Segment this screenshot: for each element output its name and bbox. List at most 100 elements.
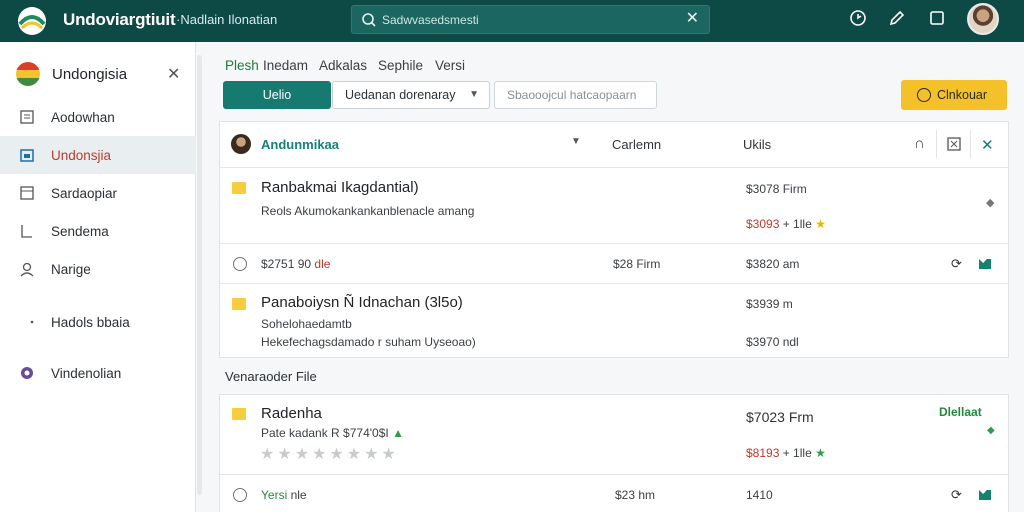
top-bar: Undoviargtiuit ·Nadlain Ilonatian ✕ bbox=[0, 0, 1024, 42]
refresh-icon[interactable]: ⟳ bbox=[951, 487, 962, 503]
user-avatar[interactable] bbox=[967, 3, 999, 35]
filter-input[interactable] bbox=[494, 81, 657, 109]
sidebar-item-label: Narige bbox=[51, 262, 91, 277]
list-icon bbox=[20, 110, 34, 124]
row-col3: $3820 am bbox=[746, 257, 800, 271]
tab-plesh[interactable]: Plesh bbox=[225, 58, 259, 73]
tab-inedam[interactable]: Inedam bbox=[263, 58, 308, 73]
table-row[interactable]: Yersi nle $23 hm 1410 ⟳ bbox=[220, 474, 1008, 512]
search-input[interactable] bbox=[382, 10, 672, 30]
status-badge: Dlellaat bbox=[939, 405, 982, 419]
row-price-main: $7023 Frm bbox=[746, 409, 814, 425]
search-bar[interactable]: ✕ bbox=[351, 5, 710, 34]
bookmark-icon bbox=[21, 225, 32, 238]
sidebar-item-label: Vindenolian bbox=[51, 366, 122, 381]
search-icon bbox=[362, 13, 376, 27]
folder-icon bbox=[232, 298, 246, 310]
app-subtitle: ·Nadlain Ilonatian bbox=[176, 12, 278, 27]
app-title: Undoviargtiuit bbox=[63, 10, 176, 29]
row-subtitle: Pate kadank R $774'0$I ▲ bbox=[261, 426, 404, 440]
sidebar-header: Undongisia ✕ bbox=[0, 56, 196, 92]
view-select[interactable]: Uedanan dorenaray ▼ bbox=[332, 81, 490, 109]
sidebar-item-vindenolian[interactable]: Vindenolian bbox=[0, 354, 196, 392]
row-subtitle: Reols Akumokankankanblenacle amang bbox=[261, 204, 475, 218]
row-price: $3093 + 1lle ★ bbox=[746, 217, 826, 231]
sidebar-item-label: Hadols bbaia bbox=[51, 315, 130, 330]
close-icon[interactable]: ✕ bbox=[981, 136, 994, 154]
header-avatar bbox=[231, 134, 251, 154]
accent-button-label: Clnkouar bbox=[937, 88, 988, 102]
sidebar-item-label: Sendema bbox=[51, 224, 109, 239]
column-header-col2[interactable]: Carlemn bbox=[612, 137, 661, 152]
sidebar-item-label: Undonsjia bbox=[51, 148, 112, 163]
circle-icon bbox=[917, 88, 931, 102]
row-title: Ranbakmai Ikagdantial) bbox=[261, 179, 419, 196]
tab-versi[interactable]: Versi bbox=[435, 58, 465, 73]
primary-button[interactable]: Uelio bbox=[223, 81, 331, 109]
table-row[interactable]: Ranbakmai Ikagdantial) Reols Akumokankan… bbox=[220, 167, 1008, 243]
list-header: Andunmikaa ▼ Carlemn Ukils ∩ ✕ bbox=[220, 122, 1008, 167]
folder-icon bbox=[232, 182, 246, 194]
tab-sephile[interactable]: Sephile bbox=[378, 58, 423, 73]
row-amount: $3939 m bbox=[746, 297, 793, 311]
accent-button[interactable]: Clnkouar bbox=[901, 80, 1007, 110]
chevron-down-icon[interactable]: ▼ bbox=[571, 136, 581, 147]
row-col2: $28 Firm bbox=[613, 257, 661, 271]
folder-icon bbox=[232, 408, 246, 420]
row-subtitle: Sohelohaedamtb bbox=[261, 317, 352, 331]
row-amount: $3970 ndl bbox=[746, 335, 799, 349]
row-title: Radenha bbox=[261, 405, 322, 422]
radio-icon[interactable] bbox=[233, 488, 247, 502]
clear-search-icon[interactable]: ✕ bbox=[686, 10, 699, 28]
radio-icon[interactable] bbox=[233, 257, 247, 271]
column-header-col3[interactable]: Ukils bbox=[743, 137, 771, 152]
sidebar-item-undonsjia[interactable]: Undonsjia bbox=[0, 136, 196, 174]
sidebar-item-hadols-bbaia[interactable]: Hadols bbaia bbox=[0, 303, 196, 341]
user-icon bbox=[20, 262, 34, 277]
flag-icon bbox=[16, 62, 40, 86]
sidebar-item-aodowhan[interactable]: Aodowhan bbox=[0, 98, 196, 136]
bookmark-icon[interactable] bbox=[979, 490, 991, 500]
sidebar-header-title: Undongisia bbox=[52, 66, 128, 83]
row-title: Panaboiysn Ñ Idnachan (3l5o) bbox=[261, 294, 463, 311]
clock-icon[interactable] bbox=[849, 9, 867, 27]
sidebar-item-narige[interactable]: Narige bbox=[0, 250, 196, 288]
sidebar-item-sendema[interactable]: Sendema bbox=[0, 212, 196, 250]
rating-stars[interactable]: ★★★★★★★★ bbox=[260, 444, 399, 464]
row-col2: $23 hm bbox=[615, 488, 656, 502]
star-icon: ★ bbox=[815, 217, 826, 231]
vault-icon bbox=[21, 367, 33, 379]
table-row[interactable]: Panaboiysn Ñ Idnachan (3l5o) Sohelohaeda… bbox=[220, 283, 1008, 358]
row-amount: $3078 Firm bbox=[746, 182, 807, 196]
bookmark-icon[interactable] bbox=[979, 259, 991, 269]
row-label: $2751 90 dle bbox=[261, 257, 331, 271]
edit-icon[interactable] bbox=[888, 9, 906, 27]
refresh-icon[interactable]: ⟳ bbox=[951, 256, 962, 272]
close-sidebar-icon[interactable]: ✕ bbox=[167, 64, 180, 84]
dot-icon bbox=[30, 320, 34, 324]
row-col3: 1410 bbox=[746, 488, 773, 502]
window-icon[interactable] bbox=[928, 9, 946, 27]
header-divider bbox=[970, 130, 971, 158]
sidebar-item-sardaopiar[interactable]: Sardaopiar bbox=[0, 174, 196, 212]
pin-icon[interactable]: ◆ bbox=[986, 196, 994, 209]
chevron-down-icon: ▼ bbox=[469, 89, 479, 100]
star-icon: ★ bbox=[815, 446, 826, 460]
table-row[interactable]: Radenha Pate kadank R $774'0$I ▲ ★★★★★★★… bbox=[220, 395, 1008, 474]
pin-icon[interactable]: ◆ bbox=[987, 425, 995, 436]
row-label: Yersi nle bbox=[261, 488, 307, 502]
sidebar-item-label: Aodowhan bbox=[51, 110, 115, 125]
table-row[interactable]: $2751 90 dle $28 Firm $3820 am ⟳ bbox=[220, 243, 1008, 283]
row-subtitle: Hekefechagsdamado r suham Uyseoao) bbox=[261, 335, 476, 349]
document-icon bbox=[20, 186, 34, 200]
row-price: $8193 + 1lle ★ bbox=[746, 446, 826, 460]
section-label: Venaraoder File bbox=[225, 369, 317, 384]
column-header-name[interactable]: Andunmikaa bbox=[261, 137, 339, 152]
items-panel: Andunmikaa ▼ Carlemn Ukils ∩ ✕ Ranbakmai… bbox=[219, 121, 1009, 358]
sort-icon[interactable]: ∩ bbox=[914, 135, 925, 152]
tab-adkalas[interactable]: Adkalas bbox=[319, 58, 367, 73]
sidebar-scrollbar[interactable] bbox=[197, 55, 202, 495]
app-logo-icon[interactable] bbox=[16, 6, 48, 36]
grid-icon[interactable] bbox=[947, 137, 961, 151]
header-divider bbox=[936, 130, 937, 158]
